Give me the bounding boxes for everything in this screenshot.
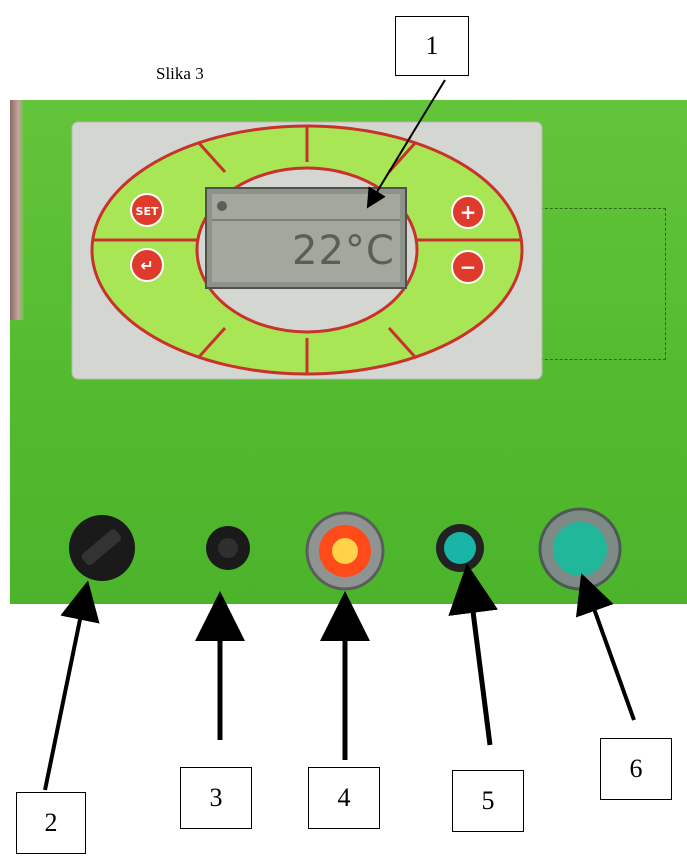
arrow-6 xyxy=(575,573,636,721)
arrow-5 xyxy=(448,563,498,746)
arrow-2 xyxy=(43,580,100,791)
arrow-1 xyxy=(366,79,446,209)
annotation-arrows xyxy=(43,79,636,791)
